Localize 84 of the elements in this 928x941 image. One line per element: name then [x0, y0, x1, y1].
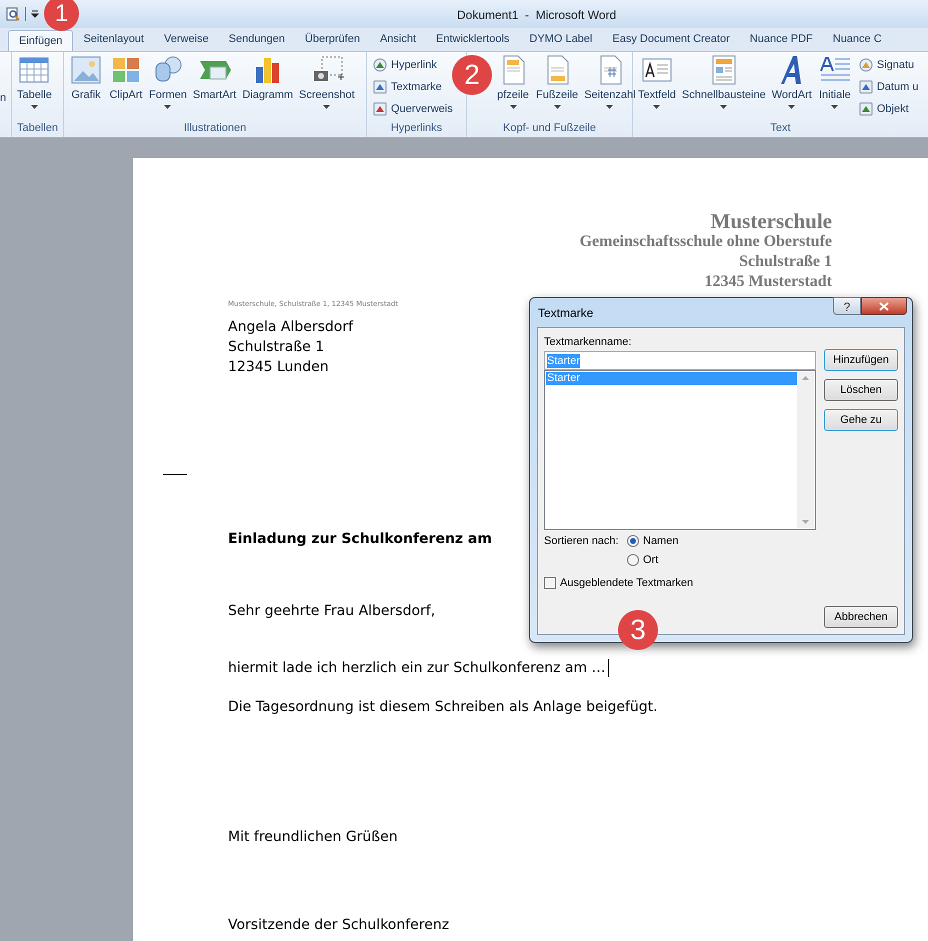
- letter-paragraph: Die Tagesordnung ist diesem Schreiben als Anlage beigefügt.: [228, 698, 659, 717]
- ribbon-tab[interactable]: DYMO Label: [519, 28, 602, 51]
- dropdown-caret-icon: [510, 105, 516, 109]
- dialog-button[interactable]: Hinzufügen: [824, 349, 898, 371]
- scrollbar[interactable]: [797, 372, 814, 528]
- ribbon-tab[interactable]: Verweise: [154, 28, 219, 51]
- letterhead-line: 12345 Musterstadt: [704, 272, 832, 292]
- ribbon-button[interactable]: Fußzeile: [534, 55, 580, 119]
- ribbon-tab[interactable]: Nuance PDF: [740, 28, 823, 51]
- sort-radio-option[interactable]: Namen: [627, 534, 678, 548]
- letterhead-school-name: Musterschule: [710, 210, 832, 232]
- ribbon-tab[interactable]: Überprüfen: [294, 28, 370, 51]
- close-button[interactable]: [861, 297, 907, 315]
- ribbon-tab[interactable]: Easy Document Creator: [602, 28, 740, 51]
- ribbon-button[interactable]: Formen: [147, 55, 189, 119]
- ribbon-button[interactable]: ClipArt: [107, 55, 145, 119]
- ribbon-button-label: n: [0, 92, 8, 105]
- dropdown-caret-icon: [554, 105, 561, 109]
- ribbon-small-button[interactable]: Hyperlink: [372, 55, 453, 75]
- dropdown-caret-icon: [606, 105, 614, 109]
- ribbon-button[interactable]: Screenshot: [297, 55, 357, 119]
- dropdown-caret-icon: [720, 105, 728, 109]
- dropdown-caret-icon: [653, 105, 660, 109]
- customize-toolbar-icon[interactable]: [31, 10, 39, 18]
- scroll-up-icon[interactable]: [802, 376, 809, 380]
- field-label: Textmarkenname:: [544, 335, 632, 349]
- window-title: Dokument1 - Microsoft Word: [457, 7, 616, 24]
- scroll-down-icon[interactable]: [802, 520, 809, 524]
- letterhead-line: Schulstraße 1: [739, 252, 832, 272]
- dropdown-caret-icon: [788, 105, 796, 109]
- ribbon-small-button[interactable]: Datum u: [858, 77, 918, 97]
- radio-button[interactable]: [627, 554, 639, 566]
- ribbon-button[interactable]: Initiale: [816, 55, 854, 119]
- radio-button[interactable]: [627, 535, 639, 547]
- ribbon-tab[interactable]: Sendungen: [218, 28, 295, 51]
- letterhead-line: Gemeinschaftsschule ohne Oberstufe: [580, 232, 832, 252]
- dropdown-caret-icon: [831, 105, 838, 109]
- ribbon-small-button[interactable]: Signatu: [858, 55, 918, 75]
- ribbon-button[interactable]: Grafik: [67, 55, 105, 119]
- help-button[interactable]: ?: [833, 297, 861, 315]
- dialog-button[interactable]: Löschen: [824, 379, 898, 401]
- ribbon-tab[interactable]: Nuance C: [822, 28, 892, 51]
- ribbon-button[interactable]: Tabelle: [15, 55, 54, 119]
- close-icon: [879, 302, 889, 310]
- ribbon-small-button[interactable]: Objekt: [858, 99, 918, 119]
- ribbon-button[interactable]: Seitenzahl: [582, 55, 638, 119]
- hidden-bookmarks-checkbox-option[interactable]: Ausgeblendete Textmarken: [544, 576, 816, 590]
- dropdown-caret-icon: [164, 105, 172, 109]
- ribbon-button[interactable]: WordArt: [770, 55, 814, 119]
- ribbon-small-button[interactable]: Querverweis: [372, 99, 453, 119]
- address-line: 12345 Lunden: [228, 358, 329, 377]
- table-icon: [17, 55, 52, 85]
- letter-closing: Mit freundlichen Grüßen: [228, 828, 398, 847]
- ribbon-tab[interactable]: Einfügen: [8, 30, 74, 51]
- ribbon-tab[interactable]: Seitenlayout: [73, 28, 154, 51]
- ribbon-group-label: Hyperlinks: [390, 121, 444, 136]
- dropdown-caret-icon: [323, 105, 330, 109]
- ribbon-button[interactable]: SmartArt: [190, 55, 238, 119]
- picture-icon: [69, 55, 103, 85]
- letter-signature: Vorsitzende der Schulkonferenz: [228, 916, 450, 935]
- sort-radio-option[interactable]: Ort: [627, 553, 678, 567]
- print-preview-icon[interactable]: [6, 7, 20, 21]
- ribbon-button[interactable]: Textfeld: [636, 55, 678, 119]
- ribbon-button[interactable]: Schnellbausteine: [680, 55, 768, 119]
- address-line: Angela Albersdorf: [228, 318, 354, 337]
- ribbon-tab[interactable]: Ansicht: [370, 28, 426, 51]
- ribbon-group-label: Kopf- und Fußzeile: [502, 121, 597, 136]
- cancel-button[interactable]: Abbrechen: [824, 606, 898, 628]
- letter-greeting: Sehr geehrte Frau Albersdorf,: [228, 602, 436, 621]
- sort-label: Sortieren nach:: [544, 534, 620, 549]
- ribbon-button[interactable]: Diagramm: [240, 55, 296, 119]
- ribbon-tab[interactable]: Entwicklertools: [426, 28, 520, 51]
- dialog-button[interactable]: Gehe zu: [824, 409, 898, 431]
- ribbon-small-button[interactable]: Textmarke: [372, 77, 453, 97]
- letter-paragraph: hiermit lade ich herzlich ein zur Schulkonferenz am …: [228, 658, 832, 678]
- address-line: Schulstraße 1: [228, 338, 324, 357]
- dropdown-caret-icon: [30, 105, 38, 109]
- checkbox[interactable]: [544, 577, 556, 589]
- dialog-title: Textmarke: [538, 304, 594, 322]
- letter-subject: Einladung zur Schulkonferenz am: [228, 530, 492, 549]
- ribbon-group-label: Illustrationen: [182, 121, 248, 136]
- ribbon-group-label: Tabellen: [16, 121, 59, 136]
- ribbon-button[interactable]: pfzeile: [494, 55, 532, 119]
- ribbon-group-label: Text: [769, 121, 792, 136]
